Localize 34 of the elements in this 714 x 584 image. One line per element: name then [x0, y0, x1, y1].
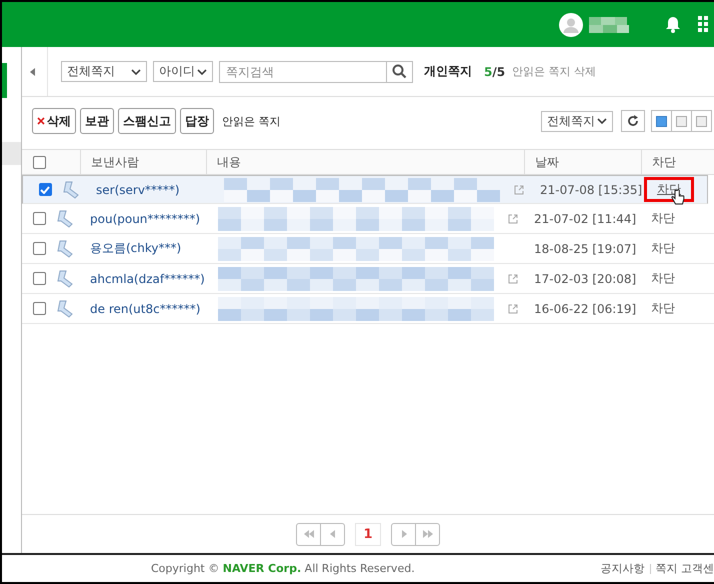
folder-title: 개인쪽지 — [424, 63, 472, 80]
sender-link[interactable]: de ren(ut8c******) — [90, 302, 200, 316]
footer-link[interactable]: 공지사항 — [600, 561, 644, 576]
filter-select[interactable]: 전체쪽지 — [541, 110, 613, 132]
date-text: 21-07-08 [15:35] — [540, 182, 642, 196]
footer-link[interactable]: 쪽지 고객센 — [656, 561, 714, 576]
sender-link[interactable]: ser(serv*****) — [96, 182, 180, 196]
search-field[interactable]: 쪽지검색 — [219, 60, 387, 82]
sender-link[interactable]: 용오름(chky***) — [90, 241, 182, 255]
copyright-text: Copyright © NAVER Corp. All Rights Reserved. — [151, 562, 415, 575]
column-header: 보낸사람 — [80, 150, 206, 174]
action-button[interactable]: 삭제 — [32, 108, 76, 134]
date-text: 21-07-02 [11:44] — [534, 212, 636, 226]
block-link[interactable]: 차단 — [638, 266, 688, 291]
action-button[interactable]: 스팸신고 — [118, 108, 176, 134]
column-header: 차단 — [641, 150, 714, 174]
action-button[interactable]: 답장 — [180, 108, 214, 134]
sender-link[interactable]: pou(poun********) — [90, 212, 200, 226]
action-button[interactable]: 보관 — [80, 108, 114, 134]
date-text: 16-06-22 [06:19] — [534, 302, 636, 316]
block-link[interactable]: 차단 — [638, 236, 688, 261]
page-button[interactable]: 1 — [355, 522, 381, 546]
sender-link[interactable]: ahcmla(dzaf******) — [90, 272, 205, 286]
block-link[interactable]: 차단 — [638, 296, 688, 321]
column-header: 내용 — [206, 150, 524, 174]
message-count: 5/5 — [484, 64, 506, 78]
column-header: 날짜 — [524, 150, 641, 174]
date-text: 17-02-03 [20:08] — [534, 272, 636, 286]
unread-filter-link[interactable]: 안읽은 쪽지 — [222, 114, 280, 128]
block-link[interactable]: 차단 — [638, 206, 688, 231]
folder-select[interactable]: 전체쪽지 — [61, 61, 147, 82]
field-select[interactable]: 아이디 — [153, 61, 213, 82]
delete-unread-link[interactable]: 안읽은 쪽지 삭제 — [512, 64, 596, 79]
date-text: 18-08-25 [19:07] — [534, 242, 636, 256]
